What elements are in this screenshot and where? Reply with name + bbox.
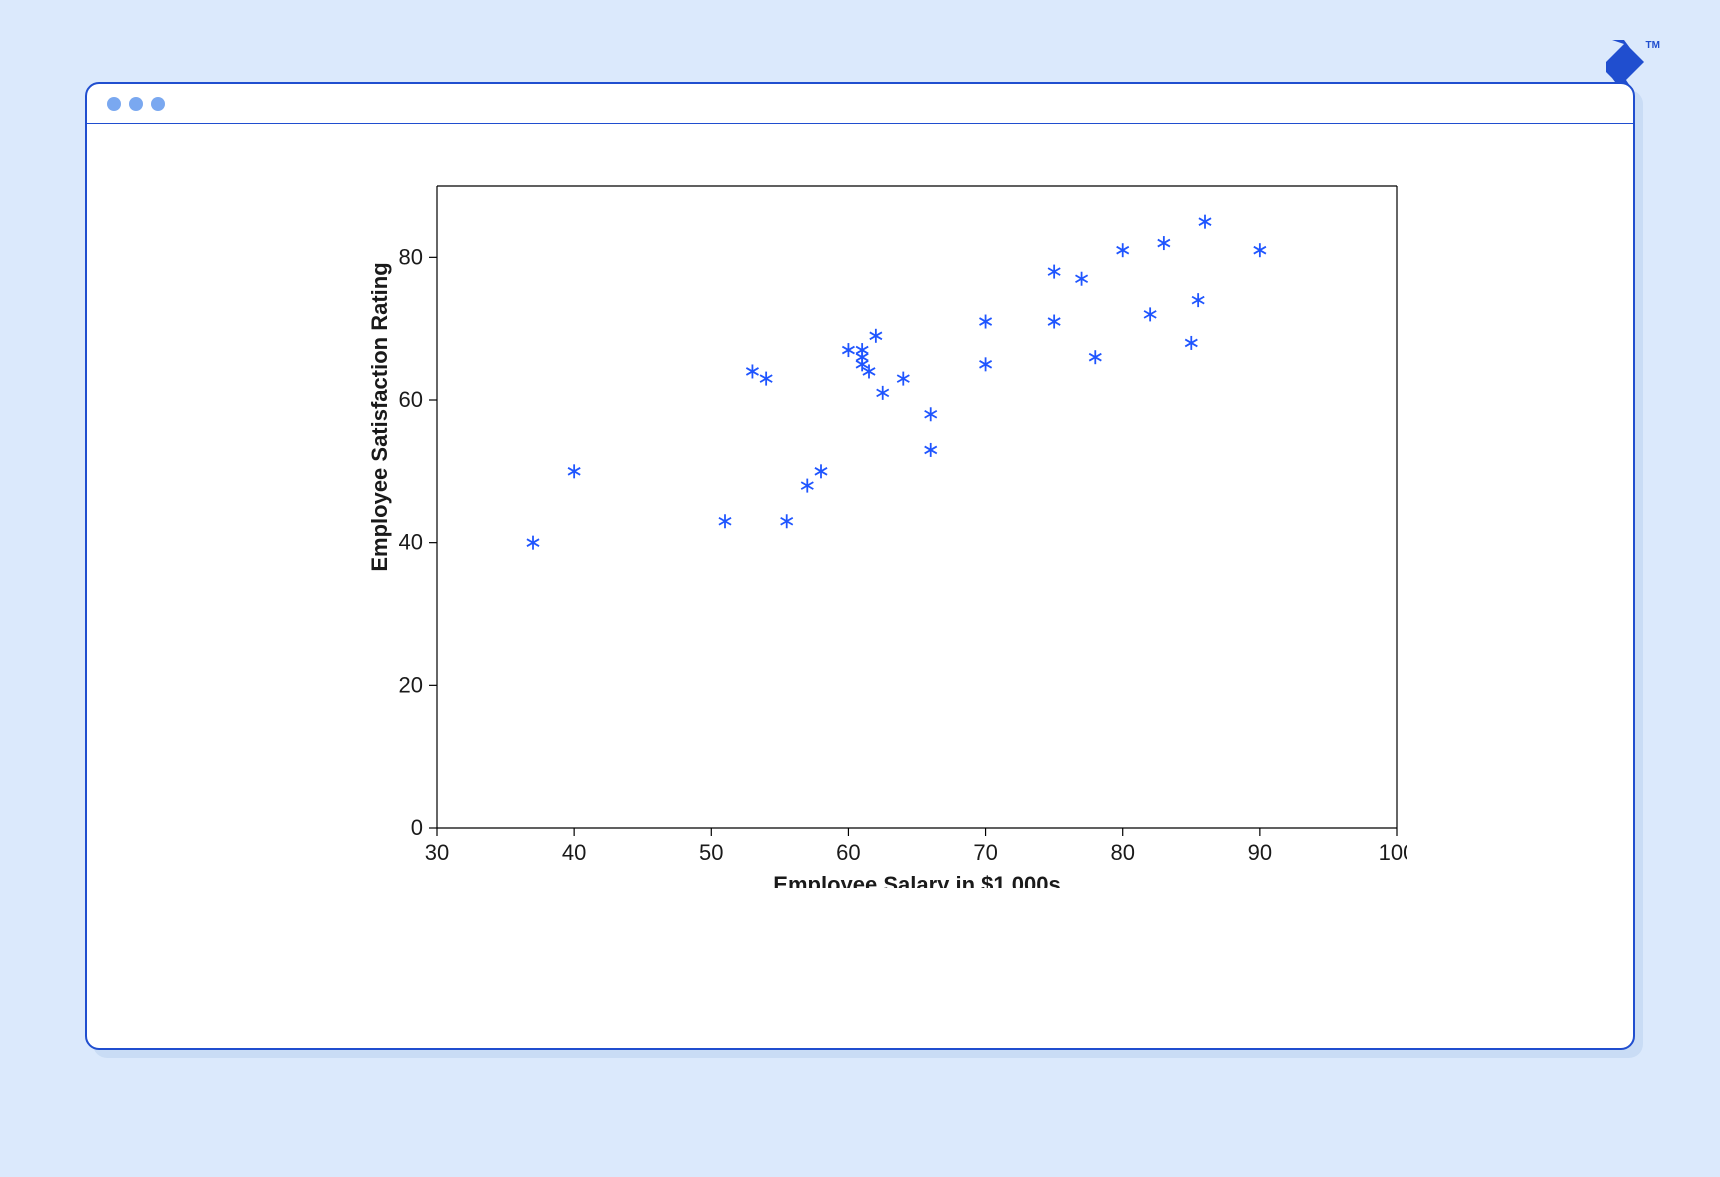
data-point bbox=[815, 464, 827, 478]
x-tick-label: 90 bbox=[1248, 840, 1272, 865]
x-axis-label: Employee Salary in $1,000s bbox=[773, 872, 1060, 888]
data-point bbox=[897, 372, 909, 386]
x-tick-label: 50 bbox=[699, 840, 723, 865]
y-tick-label: 0 bbox=[411, 815, 423, 840]
x-tick-label: 70 bbox=[973, 840, 997, 865]
window-control-minimize[interactable] bbox=[129, 97, 143, 111]
data-point bbox=[527, 536, 539, 550]
data-point bbox=[1192, 293, 1204, 307]
x-tick-label: 30 bbox=[425, 840, 449, 865]
data-point bbox=[719, 514, 731, 528]
data-point bbox=[1254, 243, 1266, 257]
data-point bbox=[568, 464, 580, 478]
x-tick-label: 100 bbox=[1379, 840, 1407, 865]
data-point bbox=[1048, 315, 1060, 329]
data-point bbox=[1185, 336, 1197, 350]
data-point bbox=[1117, 243, 1129, 257]
browser-window: 30 40 50 60 70 80 90 100 0 20 40 60 80 Employee Salar… bbox=[85, 82, 1635, 1050]
y-tick-label: 60 bbox=[399, 387, 423, 412]
data-point bbox=[1048, 265, 1060, 279]
y-tick-label: 40 bbox=[399, 530, 423, 555]
brand-logo-tm: TM bbox=[1646, 40, 1660, 51]
x-tick-label: 60 bbox=[836, 840, 860, 865]
data-point bbox=[1076, 272, 1088, 286]
data-point bbox=[870, 329, 882, 343]
data-point bbox=[781, 514, 793, 528]
data-point bbox=[980, 315, 992, 329]
data-point bbox=[925, 407, 937, 421]
data-point bbox=[980, 357, 992, 371]
window-control-close[interactable] bbox=[107, 97, 121, 111]
y-axis-label: Employee Satisfaction Rating bbox=[367, 262, 392, 571]
data-point bbox=[1144, 307, 1156, 321]
brand-logo: TM bbox=[1606, 40, 1660, 86]
data-point bbox=[1199, 215, 1211, 229]
data-point bbox=[877, 386, 889, 400]
data-point bbox=[746, 364, 758, 378]
data-point bbox=[760, 372, 772, 386]
brand-logo-icon bbox=[1606, 40, 1644, 86]
data-point bbox=[842, 343, 854, 357]
scatter-chart: 30 40 50 60 70 80 90 100 0 20 40 60 80 Employee Salar… bbox=[367, 176, 1407, 888]
data-point bbox=[801, 479, 813, 493]
y-tick-label: 80 bbox=[399, 244, 423, 269]
y-tick-label: 20 bbox=[399, 672, 423, 697]
x-tick-label: 40 bbox=[562, 840, 586, 865]
window-control-zoom[interactable] bbox=[151, 97, 165, 111]
data-point bbox=[1158, 236, 1170, 250]
data-point bbox=[1089, 350, 1101, 364]
window-titlebar bbox=[87, 84, 1633, 124]
data-point bbox=[925, 443, 937, 457]
x-tick-label: 80 bbox=[1110, 840, 1134, 865]
